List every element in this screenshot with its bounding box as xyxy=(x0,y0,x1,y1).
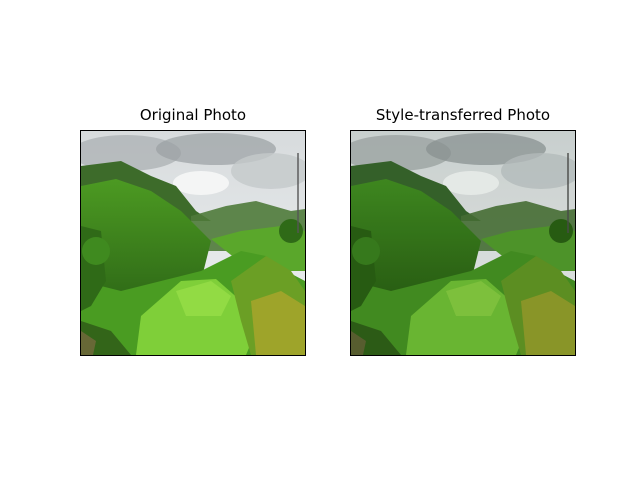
original-photo-image xyxy=(81,131,305,355)
style-transferred-photo-axes xyxy=(350,130,576,356)
original-photo-title: Original Photo xyxy=(139,106,247,124)
original-photo-axes xyxy=(80,130,306,356)
style-transferred-photo-image xyxy=(351,131,575,355)
style-transferred-photo-title: Style-transferred Photo xyxy=(375,106,551,124)
figure: Original Photo Style-transferred Photo xyxy=(0,0,640,480)
